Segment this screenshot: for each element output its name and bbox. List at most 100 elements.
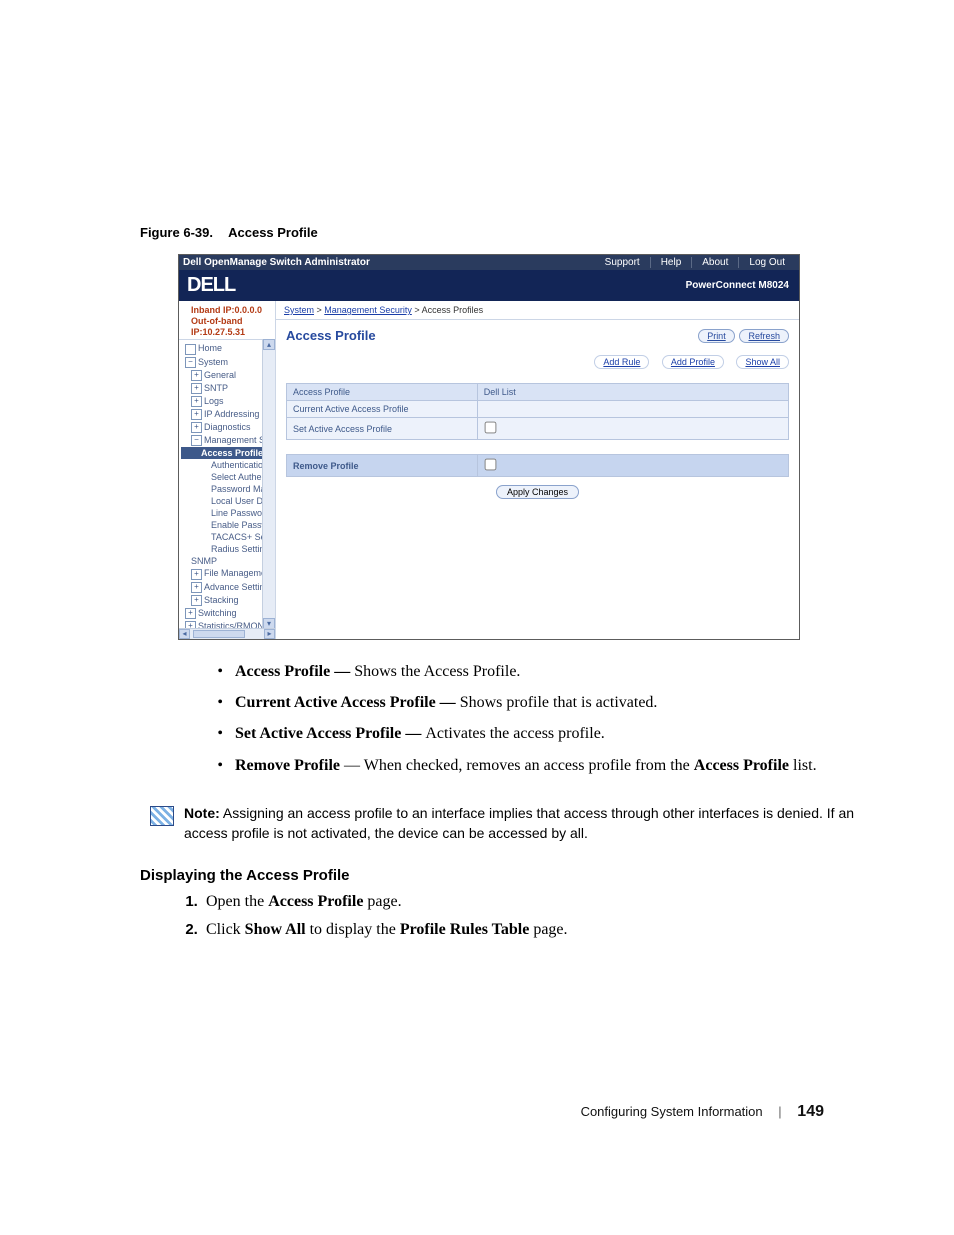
collapse-icon[interactable]: − bbox=[185, 357, 196, 368]
crumb-system[interactable]: System bbox=[284, 305, 314, 315]
steps-list: Open the Access Profile page. Click Show… bbox=[178, 888, 894, 942]
main-panel: System > Management Security > Access Pr… bbox=[276, 301, 799, 639]
outband-ip: Out-of-band IP:10.27.5.31 bbox=[191, 316, 269, 338]
profile-table: Access Profile Dell List Current Active … bbox=[286, 383, 789, 440]
expand-icon[interactable]: + bbox=[191, 582, 202, 593]
node-icon[interactable] bbox=[185, 344, 196, 355]
window-title: Dell OpenManage Switch Administrator bbox=[183, 257, 370, 268]
tree-item[interactable]: +File Management bbox=[181, 567, 275, 580]
print-button[interactable]: Print bbox=[698, 329, 735, 343]
tree-item[interactable]: +Advance Settings bbox=[181, 581, 275, 594]
remove-table: Remove Profile bbox=[286, 454, 789, 477]
tree-item-label: System bbox=[198, 357, 228, 367]
screenshot: Dell OpenManage Switch Administrator Sup… bbox=[178, 254, 800, 640]
breadcrumb: System > Management Security > Access Pr… bbox=[276, 301, 799, 320]
tree-item[interactable]: Access Profiles bbox=[181, 447, 275, 459]
vertical-scrollbar[interactable]: ▴ ▾ bbox=[262, 339, 275, 629]
logout-link[interactable]: Log Out bbox=[738, 257, 795, 268]
list-item: Current Active Access Profile — Shows pr… bbox=[235, 689, 894, 716]
figure-caption: Figure 6-39. Access Profile bbox=[140, 225, 894, 240]
row-set-active-val bbox=[477, 418, 788, 440]
tree-item-label: Logs bbox=[204, 396, 224, 406]
tree-item[interactable]: TACACS+ Settin bbox=[181, 531, 275, 543]
apply-changes-button[interactable]: Apply Changes bbox=[496, 485, 579, 499]
figure-number: Figure 6-39. bbox=[140, 225, 225, 240]
figure-title: Access Profile bbox=[228, 225, 318, 240]
horizontal-scrollbar[interactable]: ◂ ▸ bbox=[179, 628, 275, 639]
expand-icon[interactable]: + bbox=[185, 608, 196, 619]
expand-icon[interactable]: + bbox=[191, 370, 202, 381]
tree-item[interactable]: +General bbox=[181, 369, 275, 382]
tree-item[interactable]: +Logs bbox=[181, 395, 275, 408]
tree-item[interactable]: +Stacking bbox=[181, 594, 275, 607]
row-current-active-val bbox=[477, 401, 788, 418]
tree-item[interactable]: Radius Settings bbox=[181, 543, 275, 555]
row-remove-val bbox=[477, 455, 788, 477]
tree-item[interactable]: Select Authentic bbox=[181, 471, 275, 483]
scroll-right-arrow-icon[interactable]: ▸ bbox=[264, 629, 275, 639]
footer-page-number: 149 bbox=[797, 1103, 824, 1120]
tree-item-label: Access Profiles bbox=[201, 448, 268, 458]
about-link[interactable]: About bbox=[691, 257, 738, 268]
set-active-checkbox[interactable] bbox=[484, 422, 496, 434]
col-access-profile: Access Profile bbox=[287, 384, 478, 401]
step-2: Click Show All to display the Profile Ru… bbox=[202, 916, 894, 943]
support-link[interactable]: Support bbox=[595, 257, 650, 268]
crumb-mgmtsec[interactable]: Management Security bbox=[324, 305, 412, 315]
expand-icon[interactable]: + bbox=[191, 422, 202, 433]
tree-item-label: Switching bbox=[198, 608, 237, 618]
tree-item-label: Home bbox=[198, 343, 222, 353]
top-links: Support Help About Log Out bbox=[595, 257, 795, 268]
tree-item[interactable]: +Switching bbox=[181, 607, 275, 620]
tree-item[interactable]: +SNTP bbox=[181, 382, 275, 395]
ip-block: Inband IP:0.0.0.0 Out-of-band IP:10.27.5… bbox=[179, 301, 275, 340]
crumb-leaf: Access Profiles bbox=[422, 305, 484, 315]
brand-bar: DELL PowerConnect M8024 bbox=[179, 270, 799, 301]
add-rule-link[interactable]: Add Rule bbox=[594, 355, 649, 369]
dell-logo: DELL bbox=[187, 274, 235, 297]
tree-item[interactable]: Enable Password bbox=[181, 519, 275, 531]
note-icon bbox=[150, 806, 174, 826]
refresh-button[interactable]: Refresh bbox=[739, 329, 789, 343]
field-descriptions: Access Profile — Shows the Access Profil… bbox=[195, 658, 894, 779]
show-all-link[interactable]: Show All bbox=[736, 355, 789, 369]
tree-item[interactable]: SNMP bbox=[181, 555, 275, 567]
remove-profile-checkbox[interactable] bbox=[484, 459, 496, 471]
model-label: PowerConnect M8024 bbox=[686, 280, 789, 291]
footer-section: Configuring System Information bbox=[581, 1104, 763, 1119]
expand-icon[interactable]: + bbox=[191, 595, 202, 606]
tree-item[interactable]: +Diagnostics bbox=[181, 421, 275, 434]
tree-item[interactable]: Authentication Pr bbox=[181, 459, 275, 471]
inband-ip: Inband IP:0.0.0.0 bbox=[191, 305, 269, 316]
tree-item[interactable]: +IP Addressing bbox=[181, 408, 275, 421]
step-1: Open the Access Profile page. bbox=[202, 888, 894, 915]
tree-item[interactable]: Line Password bbox=[181, 507, 275, 519]
row-remove-label: Remove Profile bbox=[287, 455, 478, 477]
tree-item-label: General bbox=[204, 370, 236, 380]
add-profile-link[interactable]: Add Profile bbox=[662, 355, 724, 369]
footer-separator-icon: | bbox=[766, 1104, 793, 1119]
expand-icon[interactable]: + bbox=[191, 409, 202, 420]
scroll-left-arrow-icon[interactable]: ◂ bbox=[179, 629, 190, 639]
scroll-up-arrow-icon[interactable]: ▴ bbox=[263, 339, 275, 350]
note-text: Note: Assigning an access profile to an … bbox=[184, 803, 864, 844]
tree-item[interactable]: Home bbox=[181, 342, 275, 355]
action-links: Add Rule Add Profile Show All bbox=[286, 357, 789, 367]
tree-item[interactable]: Local User Datab bbox=[181, 495, 275, 507]
tree-item-label: Diagnostics bbox=[204, 422, 251, 432]
tree-item-label: IP Addressing bbox=[204, 409, 259, 419]
expand-icon[interactable]: + bbox=[191, 383, 202, 394]
expand-icon[interactable]: + bbox=[191, 396, 202, 407]
help-link[interactable]: Help bbox=[650, 257, 692, 268]
hscroll-thumb[interactable] bbox=[193, 630, 245, 638]
tree-item[interactable]: −System bbox=[181, 356, 275, 369]
note: Note: Assigning an access profile to an … bbox=[150, 803, 894, 844]
tree-item[interactable]: Password Manag bbox=[181, 483, 275, 495]
expand-icon[interactable]: + bbox=[191, 569, 202, 580]
page-title: Access Profile bbox=[286, 328, 376, 343]
tree-item-label: SNMP bbox=[191, 556, 217, 566]
collapse-icon[interactable]: − bbox=[191, 435, 202, 446]
list-item: Set Active Access Profile — Activates th… bbox=[235, 720, 894, 747]
tree-item[interactable]: −Management Secur bbox=[181, 434, 275, 447]
tree-item-label: SNTP bbox=[204, 383, 228, 393]
